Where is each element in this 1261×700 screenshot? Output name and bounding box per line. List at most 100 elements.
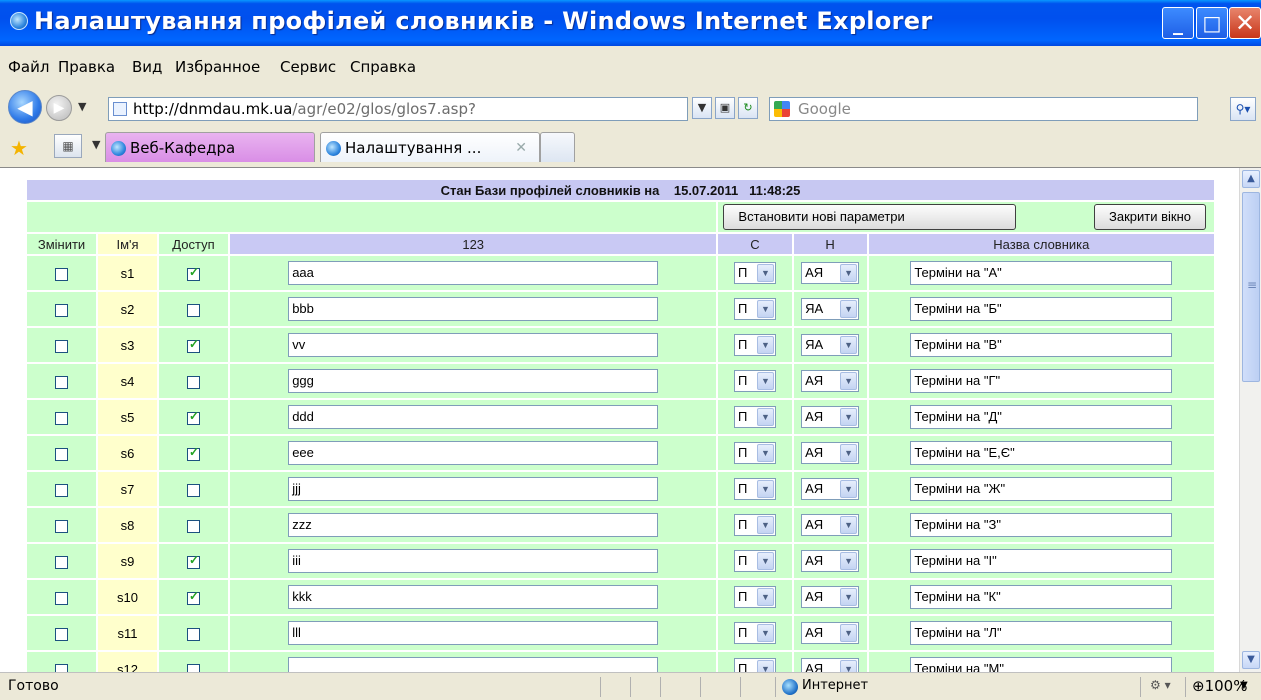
value-input[interactable]: vv — [288, 333, 659, 357]
close-window-button[interactable]: ✕ — [1229, 7, 1261, 39]
value-input[interactable]: kkk — [288, 585, 659, 609]
menu-favorites[interactable]: Избранное — [175, 58, 260, 76]
c-select[interactable]: П ▼ — [733, 298, 776, 320]
n-select[interactable]: АЯ ▼ — [801, 478, 860, 500]
access-checkbox[interactable] — [186, 663, 200, 672]
change-checkbox[interactable] — [55, 303, 69, 317]
menu-file[interactable]: Файл — [8, 58, 49, 76]
value-input[interactable] — [288, 657, 659, 672]
access-checkbox[interactable] — [186, 553, 200, 569]
n-select[interactable]: АЯ ▼ — [801, 442, 860, 464]
n-select[interactable]: АЯ ▼ — [801, 622, 860, 644]
access-checkbox[interactable] — [186, 627, 200, 641]
history-dropdown-icon[interactable]: ▼ — [78, 100, 86, 113]
menu-tools[interactable]: Сервис — [280, 58, 336, 76]
title-input[interactable]: Терміни на "А" — [910, 261, 1173, 285]
tab-veb-kafedra[interactable]: Веб-Кафедра — [105, 132, 315, 162]
access-checkbox[interactable] — [186, 337, 200, 353]
title-input[interactable]: Терміни на "В" — [910, 333, 1173, 357]
search-input[interactable]: Google — [769, 97, 1198, 121]
access-checkbox[interactable] — [186, 265, 200, 281]
forward-button[interactable]: ▶ — [46, 95, 72, 121]
c-select[interactable]: П ▼ — [733, 262, 776, 284]
menu-help[interactable]: Справка — [350, 58, 416, 76]
change-checkbox[interactable] — [55, 519, 69, 533]
title-input[interactable]: Терміни на "Г" — [910, 369, 1173, 393]
search-button[interactable]: ⚲▾ — [1230, 97, 1256, 121]
apply-settings-button[interactable]: Встановити нові параметри — [723, 204, 1017, 230]
maximize-button[interactable]: □ — [1196, 7, 1228, 39]
n-select[interactable]: ЯА ▼ — [801, 298, 860, 320]
change-checkbox[interactable] — [55, 555, 69, 569]
n-select[interactable]: ЯА ▼ — [801, 334, 860, 356]
vertical-scrollbar[interactable]: ▲ ▼ — [1239, 168, 1261, 672]
tab-settings-active[interactable]: Налаштування ... ✕ — [320, 132, 540, 162]
access-checkbox[interactable] — [186, 445, 200, 461]
c-select[interactable]: П ▼ — [733, 370, 776, 392]
change-checkbox[interactable] — [55, 447, 69, 461]
minimize-button[interactable]: _ — [1162, 7, 1194, 39]
change-checkbox[interactable] — [55, 483, 69, 497]
c-select[interactable]: П ▼ — [733, 442, 776, 464]
title-input[interactable]: Терміни на "К" — [910, 585, 1173, 609]
n-select[interactable]: АЯ ▼ — [801, 658, 860, 672]
quick-tabs-icon[interactable]: ▦ — [54, 134, 82, 158]
title-input[interactable]: Терміни на "Д" — [910, 405, 1173, 429]
scroll-down-button[interactable]: ▼ — [1242, 651, 1260, 669]
title-input[interactable]: Терміни на "З" — [910, 513, 1173, 537]
change-checkbox[interactable] — [55, 591, 69, 605]
tab-list-dropdown-icon[interactable]: ▼ — [92, 138, 100, 151]
c-select[interactable]: П ▼ — [733, 622, 776, 644]
access-checkbox[interactable] — [186, 409, 200, 425]
access-checkbox[interactable] — [186, 589, 200, 605]
change-checkbox[interactable] — [55, 663, 69, 672]
title-input[interactable]: Терміни на "Л" — [910, 621, 1173, 645]
access-checkbox[interactable] — [186, 483, 200, 497]
value-input[interactable]: zzz — [288, 513, 659, 537]
value-input[interactable]: ddd — [288, 405, 659, 429]
address-dropdown-button[interactable]: ▼ — [692, 97, 712, 119]
title-input[interactable]: Терміни на "Е,Є" — [910, 441, 1173, 465]
n-select[interactable]: АЯ ▼ — [801, 370, 860, 392]
menu-view[interactable]: Вид — [132, 58, 162, 76]
title-input[interactable]: Терміни на "Б" — [910, 297, 1173, 321]
c-select[interactable]: П ▼ — [733, 658, 776, 672]
access-checkbox[interactable] — [186, 303, 200, 317]
access-checkbox[interactable] — [186, 375, 200, 389]
n-select[interactable]: АЯ ▼ — [801, 550, 860, 572]
title-input[interactable]: Терміни на "І" — [910, 549, 1173, 573]
back-button[interactable]: ◀ — [8, 90, 42, 124]
title-input[interactable]: Терміни на "Ж" — [910, 477, 1173, 501]
value-input[interactable]: jjj — [288, 477, 659, 501]
c-select[interactable]: П ▼ — [733, 550, 776, 572]
close-page-button[interactable]: Закрити вікно — [1094, 204, 1206, 230]
access-checkbox[interactable] — [186, 519, 200, 533]
scroll-thumb[interactable] — [1242, 192, 1260, 382]
address-bar[interactable]: http://dnmdau.mk.ua/agr/e02/glos/glos7.a… — [108, 97, 688, 121]
n-select[interactable]: АЯ ▼ — [801, 406, 860, 428]
new-tab-button[interactable] — [540, 132, 575, 162]
change-checkbox[interactable] — [55, 411, 69, 425]
n-select[interactable]: АЯ ▼ — [801, 262, 860, 284]
c-select[interactable]: П ▼ — [733, 334, 776, 356]
value-input[interactable]: bbb — [288, 297, 659, 321]
value-input[interactable]: iii — [288, 549, 659, 573]
compatibility-icon[interactable]: ▣ — [715, 97, 735, 119]
value-input[interactable]: lll — [288, 621, 659, 645]
change-checkbox[interactable] — [55, 627, 69, 641]
change-checkbox[interactable] — [55, 339, 69, 353]
c-select[interactable]: П ▼ — [733, 406, 776, 428]
menu-edit[interactable]: Правка — [58, 58, 115, 76]
n-select[interactable]: АЯ ▼ — [801, 514, 860, 536]
favorites-star-icon[interactable]: ★ — [10, 136, 28, 160]
refresh-icon[interactable]: ↻ — [738, 97, 758, 119]
scroll-up-button[interactable]: ▲ — [1242, 170, 1260, 188]
protected-mode-icon[interactable]: ⚙ ▾ — [1150, 678, 1171, 692]
n-select[interactable]: АЯ ▼ — [801, 586, 860, 608]
value-input[interactable]: eee — [288, 441, 659, 465]
value-input[interactable]: ggg — [288, 369, 659, 393]
c-select[interactable]: П ▼ — [733, 586, 776, 608]
close-tab-icon[interactable]: ✕ — [515, 133, 527, 163]
title-input[interactable]: Терміни на "М" — [910, 657, 1173, 672]
change-checkbox[interactable] — [55, 267, 69, 281]
